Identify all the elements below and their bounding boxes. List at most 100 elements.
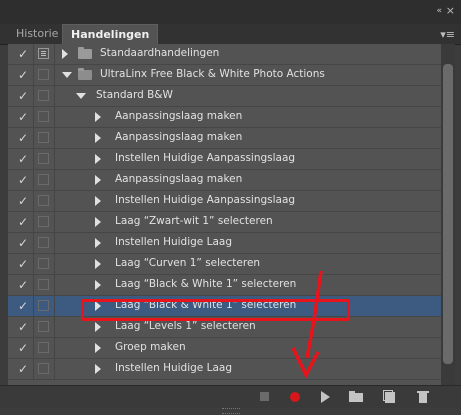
toggle-item-check-icon[interactable]: ✓ — [16, 130, 30, 146]
toggle-item-check-icon[interactable]: ✓ — [16, 298, 30, 314]
stop-icon[interactable] — [258, 390, 272, 404]
toggle-item-check-icon[interactable]: ✓ — [16, 214, 30, 230]
action-step-row[interactable]: ✓ Aanpassingslaag maken — [8, 128, 441, 149]
toggle-dialog-icon[interactable] — [38, 258, 49, 269]
close-panel-icon[interactable]: × — [446, 4, 455, 17]
scrollbar[interactable] — [441, 44, 455, 385]
collapsed-triangle-icon[interactable] — [95, 238, 101, 248]
toggle-dialog-icon[interactable] — [38, 279, 49, 290]
column-divider — [33, 149, 34, 170]
toggle-item-check-icon[interactable]: ✓ — [16, 109, 30, 125]
toggle-item-check-icon[interactable]: ✓ — [16, 340, 30, 356]
column-divider — [33, 44, 34, 65]
toggle-item-check-icon[interactable]: ✓ — [16, 193, 30, 209]
toggle-dialog-icon[interactable] — [38, 132, 49, 143]
collapsed-triangle-icon[interactable] — [95, 280, 101, 290]
collapsed-triangle-icon[interactable] — [95, 259, 101, 269]
column-divider — [54, 65, 55, 86]
toggle-item-check-icon[interactable]: ✓ — [16, 235, 30, 251]
row-label: Aanpassingslaag maken — [115, 131, 243, 143]
action-set-row[interactable]: ✓ UltraLinx Free Black & White Photo Acti… — [8, 65, 441, 86]
action-step-row[interactable]: ✓ Instellen Huidige Aanpassingslaag — [8, 191, 441, 212]
column-divider — [54, 44, 55, 65]
collapsed-triangle-icon[interactable] — [95, 112, 101, 122]
row-label: Standard B&W — [96, 89, 173, 101]
scrollbar-thumb[interactable] — [443, 64, 453, 364]
column-divider — [33, 233, 34, 254]
row-label: Instellen Huidige Laag — [115, 362, 232, 374]
collapsed-triangle-icon[interactable] — [95, 133, 101, 143]
column-divider — [54, 254, 55, 275]
toggle-item-check-icon[interactable]: ✓ — [16, 361, 30, 377]
column-divider — [33, 296, 34, 317]
column-divider — [33, 170, 34, 191]
tab-handelingen[interactable]: Handelingen — [62, 24, 159, 46]
column-divider — [33, 107, 34, 128]
action-set-row[interactable]: ✓ Standaardhandelingen — [8, 44, 441, 65]
action-step-row[interactable]: ✓ Instellen Huidige Aanpassingslaag — [8, 149, 441, 170]
toggle-dialog-icon[interactable] — [38, 174, 49, 185]
action-step-row[interactable]: ✓ Instellen Huidige Laag — [8, 233, 441, 254]
toggle-item-check-icon[interactable]: ✓ — [16, 151, 30, 167]
toggle-item-check-icon[interactable]: ✓ — [16, 319, 30, 335]
column-divider — [33, 317, 34, 338]
expanded-triangle-icon[interactable] — [62, 72, 72, 78]
toggle-dialog-icon[interactable] — [38, 363, 49, 374]
record-icon[interactable] — [288, 390, 302, 404]
trash-icon[interactable] — [416, 390, 430, 404]
column-divider — [54, 86, 55, 107]
new-action-icon[interactable] — [383, 390, 397, 404]
toggle-item-check-icon[interactable]: ✓ — [16, 277, 30, 293]
action-step-row[interactable]: ✓ Laag “Curven 1” selecteren — [8, 254, 441, 275]
toggle-dialog-icon[interactable] — [38, 321, 49, 332]
action-step-row[interactable]: ✓ Aanpassingslaag maken — [8, 170, 441, 191]
toggle-dialog-icon[interactable] — [38, 111, 49, 122]
play-icon[interactable] — [318, 390, 332, 404]
row-label: Aanpassingslaag maken — [115, 173, 243, 185]
new-set-icon[interactable] — [349, 390, 363, 404]
toggle-dialog-icon[interactable] — [38, 342, 49, 353]
collapsed-triangle-icon[interactable] — [95, 322, 101, 332]
row-label: Standaardhandelingen — [100, 47, 220, 59]
collapsed-triangle-icon[interactable] — [95, 364, 101, 374]
collapsed-triangle-icon[interactable] — [95, 154, 101, 164]
action-step-row[interactable]: ✓ Laag “Zwart-wit 1” selecteren — [8, 212, 441, 233]
action-step-row[interactable]: ✓ Laag “Black & White 1” selecteren — [8, 275, 441, 296]
expanded-triangle-icon[interactable] — [76, 93, 86, 99]
action-row[interactable]: ✓ Standard B&W — [8, 86, 441, 107]
toggle-dialog-icon[interactable] — [38, 90, 49, 101]
column-divider — [54, 359, 55, 380]
action-step-row[interactable]: ✓ Aanpassingslaag maken — [8, 107, 441, 128]
toggle-dialog-icon[interactable] — [38, 153, 49, 164]
collapsed-triangle-icon[interactable] — [95, 217, 101, 227]
actions-list: ✓ Standaardhandelingen ✓ UltraLinx Free Bla… — [8, 44, 441, 385]
toggle-dialog-icon[interactable] — [38, 300, 49, 311]
column-divider — [33, 338, 34, 359]
actions-toolbar — [0, 385, 461, 408]
toggle-item-check-icon[interactable]: ✓ — [16, 46, 30, 62]
toggle-dialog-icon[interactable] — [38, 195, 49, 206]
toggle-dialog-icon[interactable] — [38, 237, 49, 248]
action-step-row[interactable]: ✓ Groep maken — [8, 338, 441, 359]
toggle-item-check-icon[interactable]: ✓ — [16, 256, 30, 272]
tab-historie[interactable]: Historie — [8, 24, 66, 44]
toggle-dialog-icon[interactable] — [38, 69, 49, 80]
collapsed-triangle-icon[interactable] — [62, 49, 68, 59]
column-divider — [33, 275, 34, 296]
column-divider — [33, 65, 34, 86]
collapsed-triangle-icon[interactable] — [95, 343, 101, 353]
collapsed-triangle-icon[interactable] — [95, 175, 101, 185]
toggle-item-check-icon[interactable]: ✓ — [16, 67, 30, 83]
collapse-panel-icon[interactable]: « — [436, 6, 441, 16]
collapsed-triangle-icon[interactable] — [95, 196, 101, 206]
toggle-dialog-icon[interactable] — [38, 48, 49, 59]
row-label: UltraLinx Free Black & White Photo Actio… — [100, 68, 325, 80]
panel-menu-icon[interactable]: ▾≡ — [440, 28, 455, 41]
toggle-item-check-icon[interactable]: ✓ — [16, 88, 30, 104]
row-label: Laag “Zwart-wit 1” selecteren — [115, 215, 273, 227]
toggle-item-check-icon[interactable]: ✓ — [16, 172, 30, 188]
resize-grip[interactable] — [222, 408, 240, 414]
toggle-dialog-icon[interactable] — [38, 216, 49, 227]
column-divider — [33, 254, 34, 275]
action-step-row[interactable]: ✓ Instellen Huidige Laag — [8, 359, 441, 380]
